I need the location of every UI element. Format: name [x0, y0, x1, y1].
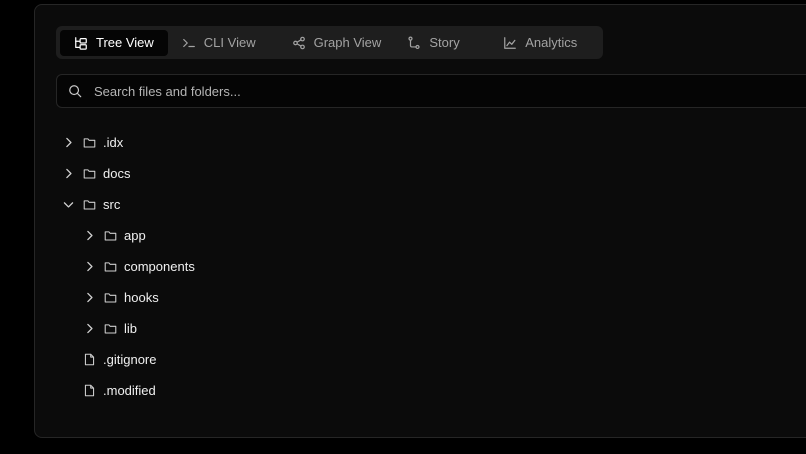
- chevron-right-icon[interactable]: [62, 167, 75, 180]
- tree-item-gitignore[interactable]: .gitignore: [35, 344, 806, 375]
- chevron-right-icon[interactable]: [83, 260, 96, 273]
- tree-item-label: hooks: [124, 290, 159, 305]
- chevron-right-icon[interactable]: [83, 322, 96, 335]
- chevron-right-icon[interactable]: [83, 229, 96, 242]
- tab-label: Graph View: [313, 35, 382, 50]
- chevron-right-icon[interactable]: [62, 136, 75, 149]
- tree-item-label: src: [103, 197, 121, 212]
- tab-label: Story: [429, 35, 460, 50]
- tree-item-modified[interactable]: .modified: [35, 375, 806, 406]
- file-tree: .idx docs src app components hooks lib .…: [35, 127, 806, 417]
- chart-icon: [504, 36, 517, 49]
- tree-item-label: components: [124, 259, 195, 274]
- folder-icon: [83, 169, 96, 179]
- tab-label: Analytics: [525, 35, 578, 50]
- tree-item-components[interactable]: components: [35, 251, 806, 282]
- tree-item-app[interactable]: app: [35, 220, 806, 251]
- tab-analytics[interactable]: Analytics: [489, 30, 599, 56]
- tree-item-label: .modified: [103, 383, 156, 398]
- folder-icon: [104, 262, 117, 272]
- view-tabs: Tree View CLI View Graph View Story Anal…: [56, 26, 603, 59]
- git-branch-icon: [408, 36, 420, 49]
- terminal-icon: [182, 38, 195, 47]
- file-icon: [84, 353, 95, 366]
- tab-tree-view[interactable]: Tree View: [60, 29, 168, 56]
- tree-item-idx[interactable]: .idx: [35, 127, 806, 158]
- file-icon: [84, 384, 95, 397]
- file-explorer-panel: Tree View CLI View Graph View Story Anal…: [34, 4, 806, 438]
- search-icon: [69, 85, 82, 98]
- search-bar: [56, 74, 806, 108]
- tab-story[interactable]: Story: [393, 30, 489, 56]
- tree-item-lib[interactable]: lib: [35, 313, 806, 344]
- folder-icon: [83, 138, 96, 148]
- folder-icon: [83, 200, 96, 210]
- chevron-down-icon[interactable]: [62, 198, 75, 211]
- tree-item-hooks[interactable]: hooks: [35, 282, 806, 313]
- tab-graph-view[interactable]: Graph View: [278, 30, 394, 56]
- tree-item-src[interactable]: src: [35, 189, 806, 220]
- chevron-right-icon[interactable]: [83, 291, 96, 304]
- folder-icon: [104, 324, 117, 334]
- folder-icon: [104, 231, 117, 241]
- search-input[interactable]: [92, 82, 696, 100]
- tree-item-label: .idx: [103, 135, 124, 150]
- tab-label: Tree View: [96, 35, 154, 50]
- tree-icon: [75, 36, 87, 50]
- folder-icon: [104, 293, 117, 303]
- tree-item-label: lib: [124, 321, 138, 336]
- tree-item-label: app: [124, 228, 146, 243]
- share-nodes-icon: [292, 36, 305, 49]
- tab-label: CLI View: [203, 35, 256, 50]
- tree-item-docs[interactable]: docs: [35, 158, 806, 189]
- tree-item-label: .gitignore: [103, 352, 157, 367]
- tree-item-label: docs: [103, 166, 131, 181]
- tab-cli-view[interactable]: CLI View: [168, 30, 278, 56]
